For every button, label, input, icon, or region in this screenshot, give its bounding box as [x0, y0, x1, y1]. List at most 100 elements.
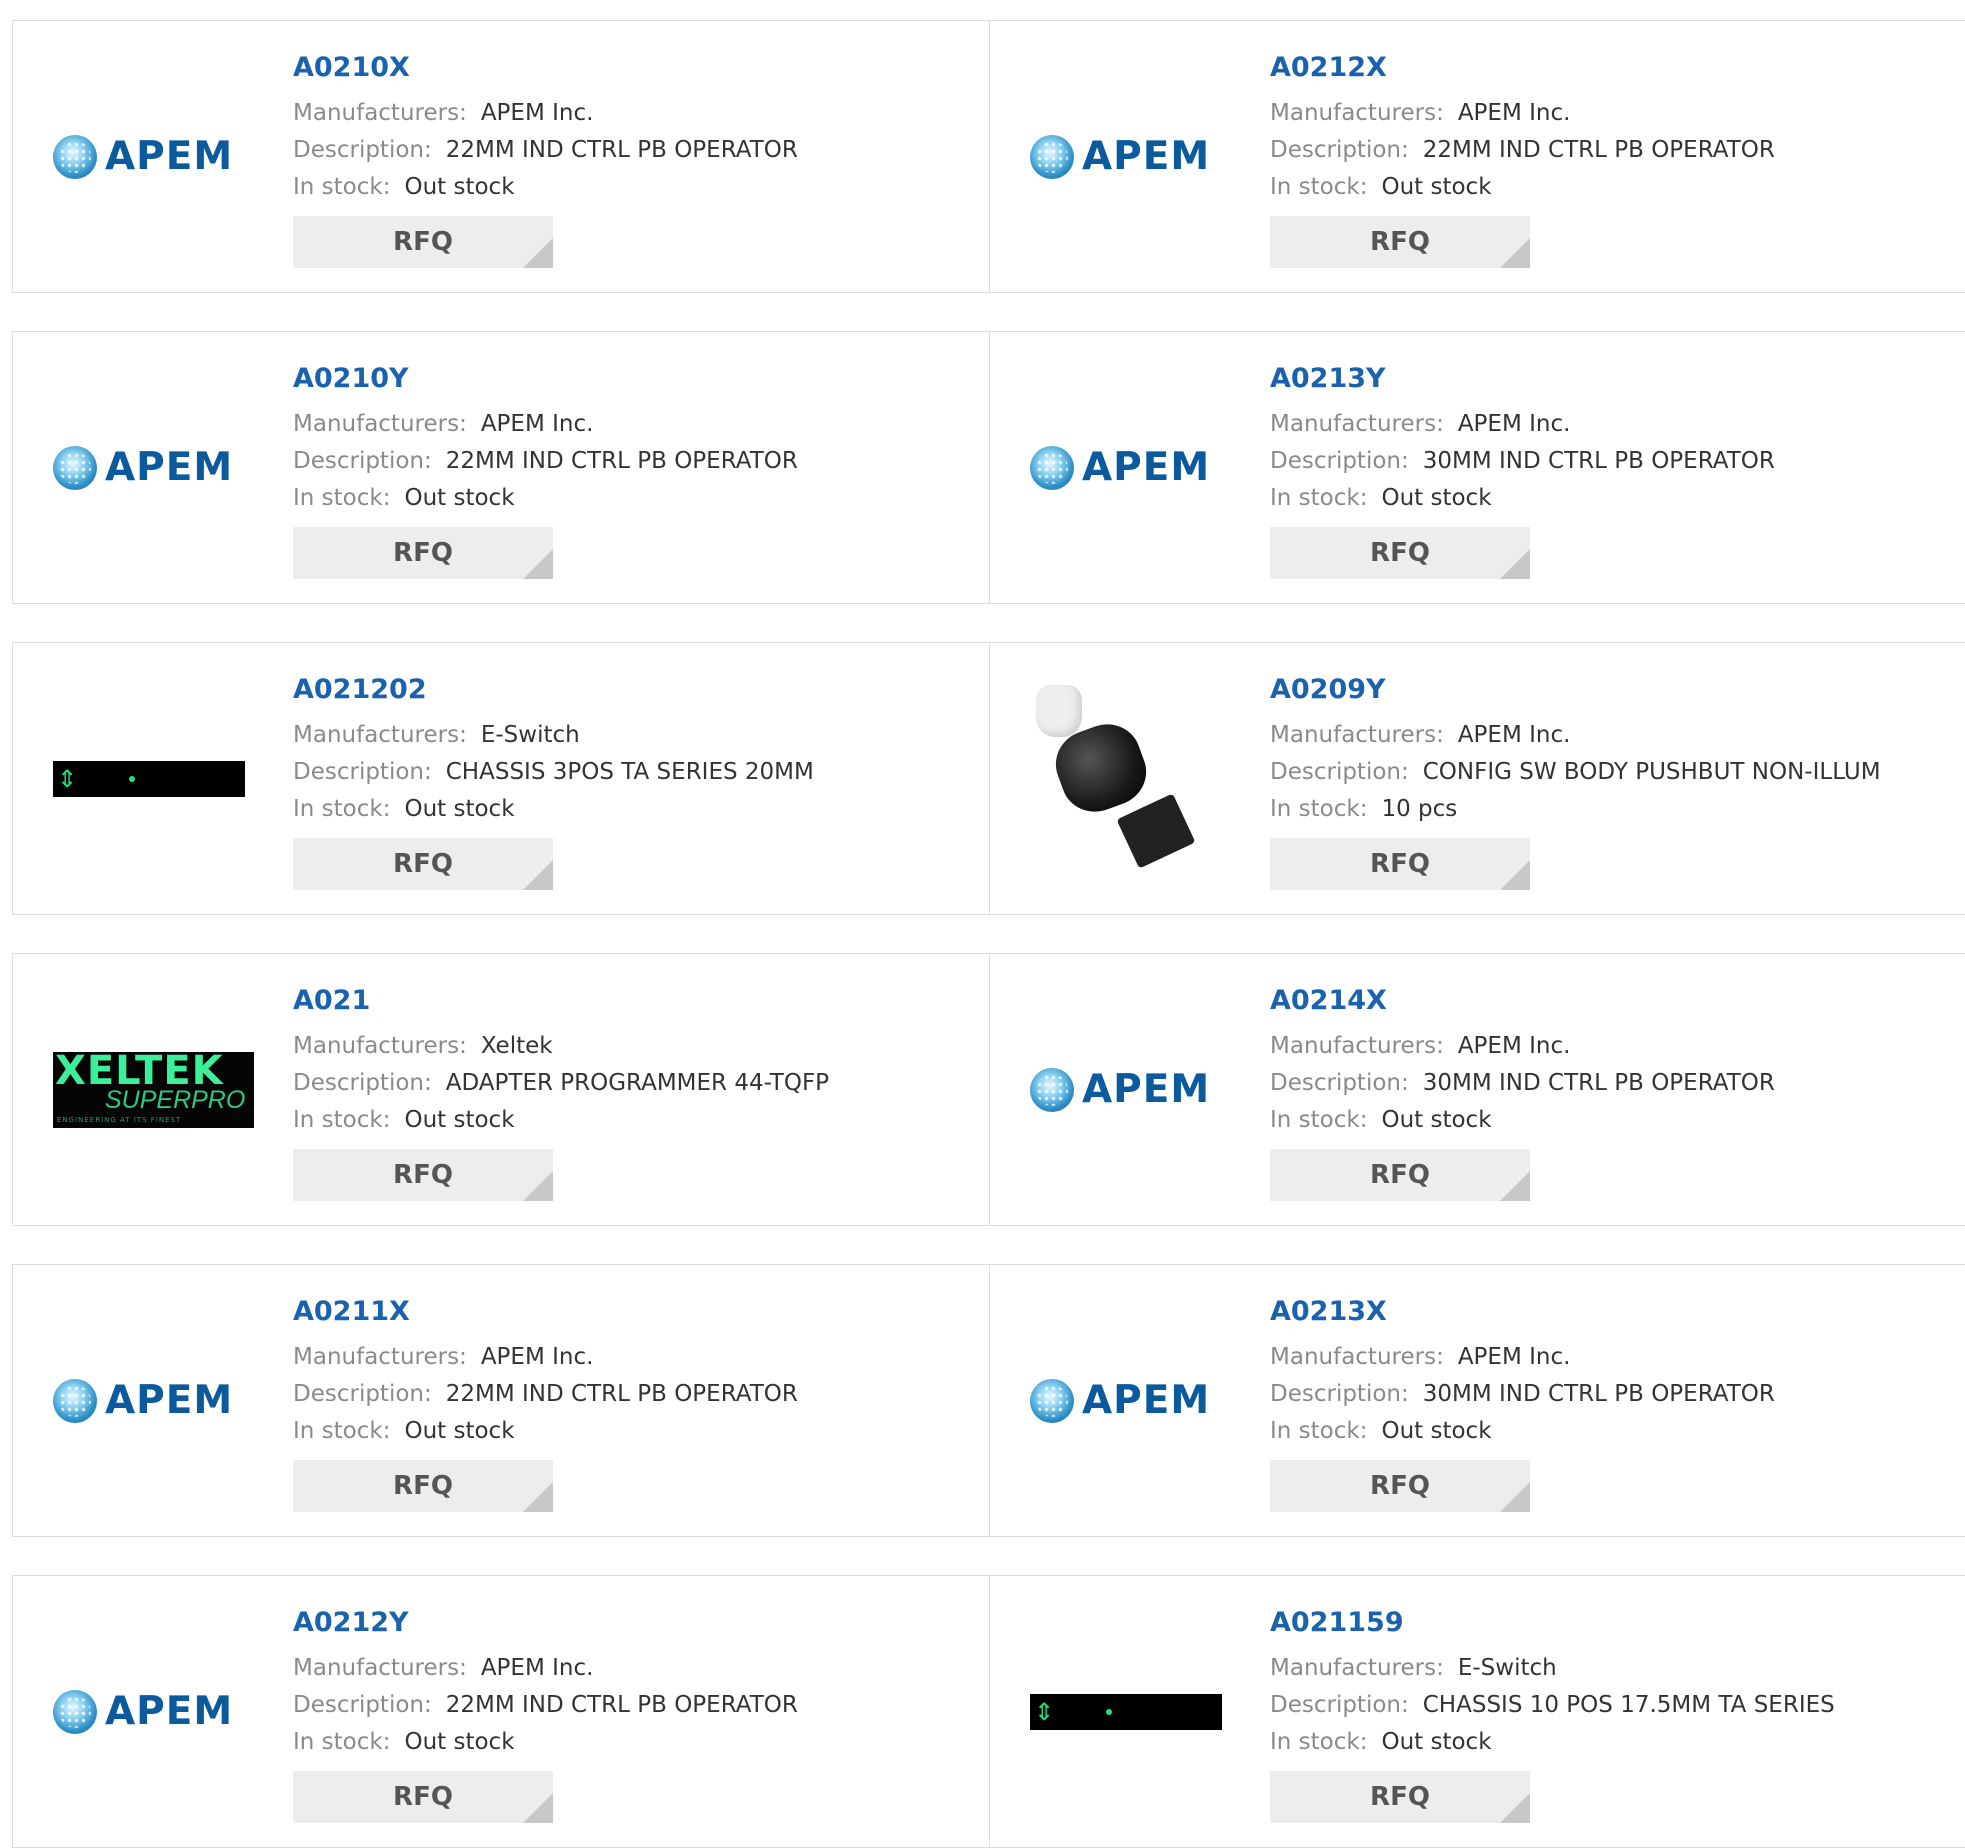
manufacturer-value: Xeltek — [480, 1033, 553, 1059]
part-number-link[interactable]: A0211X — [293, 1295, 798, 1329]
e-switch-logo[interactable]: ⇕ — [53, 643, 258, 914]
rfq-label: RFQ — [1370, 227, 1430, 257]
manufacturer-line: Manufacturers: APEM Inc. — [293, 95, 798, 132]
description-value: CHASSIS 10 POS 17.5MM TA SERIES — [1422, 1692, 1835, 1718]
product-card: XELTEK SUPERPRO ENGINEERING AT ITS FINEST … — [13, 954, 989, 1225]
description-line: Description: CHASSIS 3POS TA SERIES 20MM — [293, 754, 814, 791]
product-info: A0211X Manufacturers: APEM Inc. Descripti… — [293, 1295, 798, 1512]
manufacturer-label: Manufacturers: — [293, 722, 467, 748]
corner-triangle-icon — [523, 860, 553, 890]
product-info: A021 Manufacturers: Xeltek Description: AD… — [293, 984, 829, 1201]
product-info: A0212Y Manufacturers: APEM Inc. Descripti… — [293, 1606, 798, 1823]
manufacturer-label: Manufacturers: — [293, 1033, 467, 1059]
rfq-button[interactable]: RFQ — [1270, 1771, 1530, 1823]
part-number-link[interactable]: A0209Y — [1270, 673, 1881, 707]
rfq-label: RFQ — [393, 1782, 453, 1812]
description-value: 22MM IND CTRL PB OPERATOR — [445, 1381, 798, 1407]
stock-value: Out stock — [1381, 1418, 1492, 1444]
e-switch-logo[interactable]: ⇕ — [1030, 1576, 1235, 1847]
rfq-button[interactable]: RFQ — [293, 1149, 553, 1201]
manufacturer-value: APEM Inc. — [1457, 1344, 1571, 1370]
double-arrow-icon: ⇕ — [57, 764, 78, 793]
stock-label: In stock: — [293, 1418, 391, 1444]
rfq-label: RFQ — [1370, 1160, 1430, 1190]
apem-wordmark: APEM — [53, 134, 233, 179]
description-value: CONFIG SW BODY PUSHBUT NON-ILLUM — [1422, 759, 1881, 785]
description-value: ADAPTER PROGRAMMER 44-TQFP — [445, 1070, 830, 1096]
rfq-button[interactable]: RFQ — [1270, 1460, 1530, 1512]
manufacturer-label: Manufacturers: — [293, 100, 467, 126]
part-number-link[interactable]: A0210Y — [293, 362, 798, 396]
description-value: 22MM IND CTRL PB OPERATOR — [445, 1692, 798, 1718]
rfq-button[interactable]: RFQ — [1270, 1149, 1530, 1201]
description-value: 30MM IND CTRL PB OPERATOR — [1422, 1070, 1775, 1096]
rfq-button[interactable]: RFQ — [293, 838, 553, 890]
e-switch-banner: ⇕ — [53, 760, 245, 797]
description-value: 30MM IND CTRL PB OPERATOR — [1422, 1381, 1775, 1407]
part-number-link[interactable]: A021202 — [293, 673, 814, 707]
corner-triangle-icon — [1500, 860, 1530, 890]
globe-icon — [1030, 445, 1074, 490]
rfq-button[interactable]: RFQ — [293, 527, 553, 579]
product-card: APEM A0214X Manufacturers: APEM Inc. Desc… — [989, 954, 1965, 1225]
stock-label: In stock: — [1270, 1418, 1368, 1444]
stock-value: Out stock — [404, 174, 515, 200]
part-number-link[interactable]: A0214X — [1270, 984, 1775, 1018]
stock-line: In stock: Out stock — [1270, 1102, 1775, 1139]
stock-label: In stock: — [293, 1729, 391, 1755]
stock-line: In stock: Out stock — [1270, 1413, 1775, 1450]
rfq-button[interactable]: RFQ — [293, 1460, 553, 1512]
part-number-link[interactable]: A0212Y — [293, 1606, 798, 1640]
globe-icon — [1030, 1067, 1074, 1112]
apem-logo[interactable]: APEM — [53, 21, 258, 292]
description-value: 22MM IND CTRL PB OPERATOR — [1422, 137, 1775, 163]
rfq-button[interactable]: RFQ — [1270, 838, 1530, 890]
stock-label: In stock: — [1270, 1729, 1368, 1755]
description-line: Description: 30MM IND CTRL PB OPERATOR — [1270, 1065, 1775, 1102]
apem-wordmark: APEM — [53, 1378, 233, 1423]
pushbutton-image — [1030, 678, 1230, 879]
pushbutton-photo[interactable] — [1030, 643, 1235, 914]
part-number-link[interactable]: A021 — [293, 984, 829, 1018]
product-info: A0210Y Manufacturers: APEM Inc. Descripti… — [293, 362, 798, 579]
part-number-link[interactable]: A0213X — [1270, 1295, 1775, 1329]
description-line: Description: 22MM IND CTRL PB OPERATOR — [293, 1687, 798, 1724]
apem-logo[interactable]: APEM — [1030, 1265, 1235, 1536]
stock-value: Out stock — [404, 1729, 515, 1755]
apem-word: APEM — [1082, 1067, 1211, 1112]
globe-icon — [53, 134, 97, 179]
apem-wordmark: APEM — [1030, 1067, 1210, 1112]
stock-value: Out stock — [1381, 174, 1492, 200]
manufacturer-line: Manufacturers: APEM Inc. — [293, 1339, 798, 1376]
corner-triangle-icon — [523, 549, 553, 579]
part-number-link[interactable]: A0212X — [1270, 51, 1775, 85]
xeltek-banner: XELTEK SUPERPRO ENGINEERING AT ITS FINEST — [53, 1051, 254, 1128]
rfq-button[interactable]: RFQ — [293, 216, 553, 268]
product-info: A0210X Manufacturers: APEM Inc. Descripti… — [293, 51, 798, 268]
description-line: Description: 30MM IND CTRL PB OPERATOR — [1270, 443, 1775, 480]
apem-logo[interactable]: APEM — [53, 332, 258, 603]
part-number-link[interactable]: A0210X — [293, 51, 798, 85]
product-card: APEM A0212X Manufacturers: APEM Inc. Desc… — [989, 21, 1965, 292]
apem-logo[interactable]: APEM — [53, 1576, 258, 1847]
description-line: Description: CHASSIS 10 POS 17.5MM TA SER… — [1270, 1687, 1835, 1724]
part-number-link[interactable]: A0213Y — [1270, 362, 1775, 396]
stock-label: In stock: — [1270, 1107, 1368, 1133]
manufacturer-line: Manufacturers: Xeltek — [293, 1028, 829, 1065]
rfq-button[interactable]: RFQ — [293, 1771, 553, 1823]
stock-label: In stock: — [293, 174, 391, 200]
apem-word: APEM — [1082, 1378, 1211, 1423]
xeltek-logo[interactable]: XELTEK SUPERPRO ENGINEERING AT ITS FINEST — [53, 954, 258, 1225]
rfq-label: RFQ — [1370, 538, 1430, 568]
apem-logo[interactable]: APEM — [1030, 332, 1235, 603]
apem-logo[interactable]: APEM — [1030, 954, 1235, 1225]
apem-wordmark: APEM — [53, 445, 233, 490]
stock-value: Out stock — [1381, 1729, 1492, 1755]
part-number-link[interactable]: A021159 — [1270, 1606, 1835, 1640]
apem-logo[interactable]: APEM — [1030, 21, 1235, 292]
rfq-button[interactable]: RFQ — [1270, 527, 1530, 579]
apem-logo[interactable]: APEM — [53, 1265, 258, 1536]
stock-line: In stock: Out stock — [1270, 480, 1775, 517]
rfq-button[interactable]: RFQ — [1270, 216, 1530, 268]
description-label: Description: — [293, 137, 432, 163]
